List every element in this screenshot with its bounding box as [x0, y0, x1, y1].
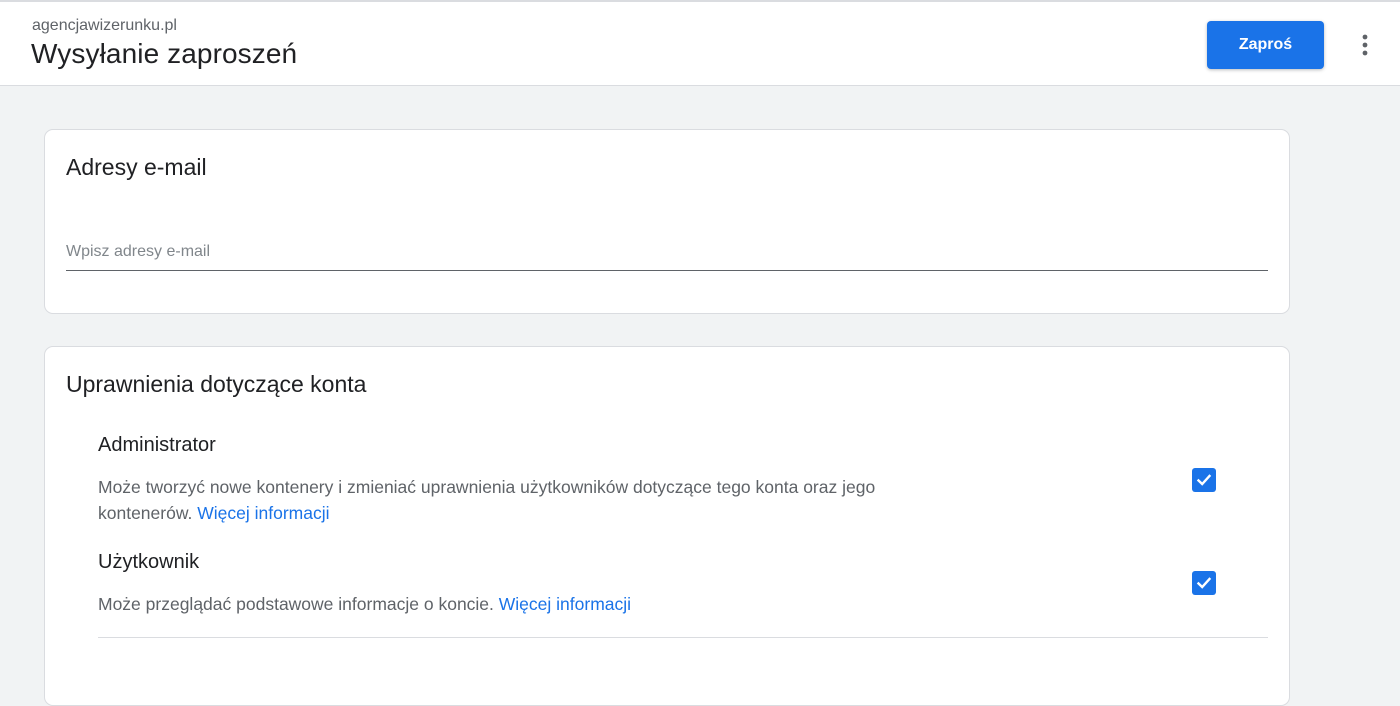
- role-user: Użytkownik Może przeglądać podstawowe in…: [98, 551, 1268, 617]
- more-vert-icon[interactable]: [1350, 30, 1380, 60]
- more-info-link[interactable]: Więcej informacji: [499, 594, 631, 614]
- email-section-title: Adresy e-mail: [66, 154, 207, 180]
- divider: [98, 637, 1268, 638]
- page-title: Wysyłanie zaproszeń: [31, 38, 298, 69]
- role-description: Może przeglądać podstawowe informacje o …: [98, 591, 958, 617]
- email-input[interactable]: [66, 234, 1268, 271]
- invite-button[interactable]: Zaproś: [1207, 21, 1324, 69]
- administrator-checkbox[interactable]: [1192, 468, 1216, 492]
- user-checkbox[interactable]: [1192, 571, 1216, 595]
- check-icon: [1196, 577, 1212, 589]
- role-name: Użytkownik: [98, 551, 200, 573]
- role-administrator: Administrator Może tworzyć nowe kontener…: [98, 434, 1268, 526]
- email-card: Adresy e-mail: [44, 129, 1290, 314]
- role-name: Administrator: [98, 434, 216, 456]
- account-name: agencjawizerunku.pl: [32, 17, 177, 34]
- page-header: agencjawizerunku.pl Wysyłanie zaproszeń …: [0, 0, 1400, 86]
- check-icon: [1196, 474, 1212, 486]
- role-description-text: Może przeglądać podstawowe informacje o …: [98, 594, 494, 614]
- permissions-section-title: Uprawnienia dotyczące konta: [66, 371, 367, 397]
- more-info-link[interactable]: Więcej informacji: [197, 503, 329, 523]
- permissions-card: Uprawnienia dotyczące konta Administrato…: [44, 346, 1290, 706]
- role-description: Może tworzyć nowe kontenery i zmieniać u…: [98, 474, 958, 526]
